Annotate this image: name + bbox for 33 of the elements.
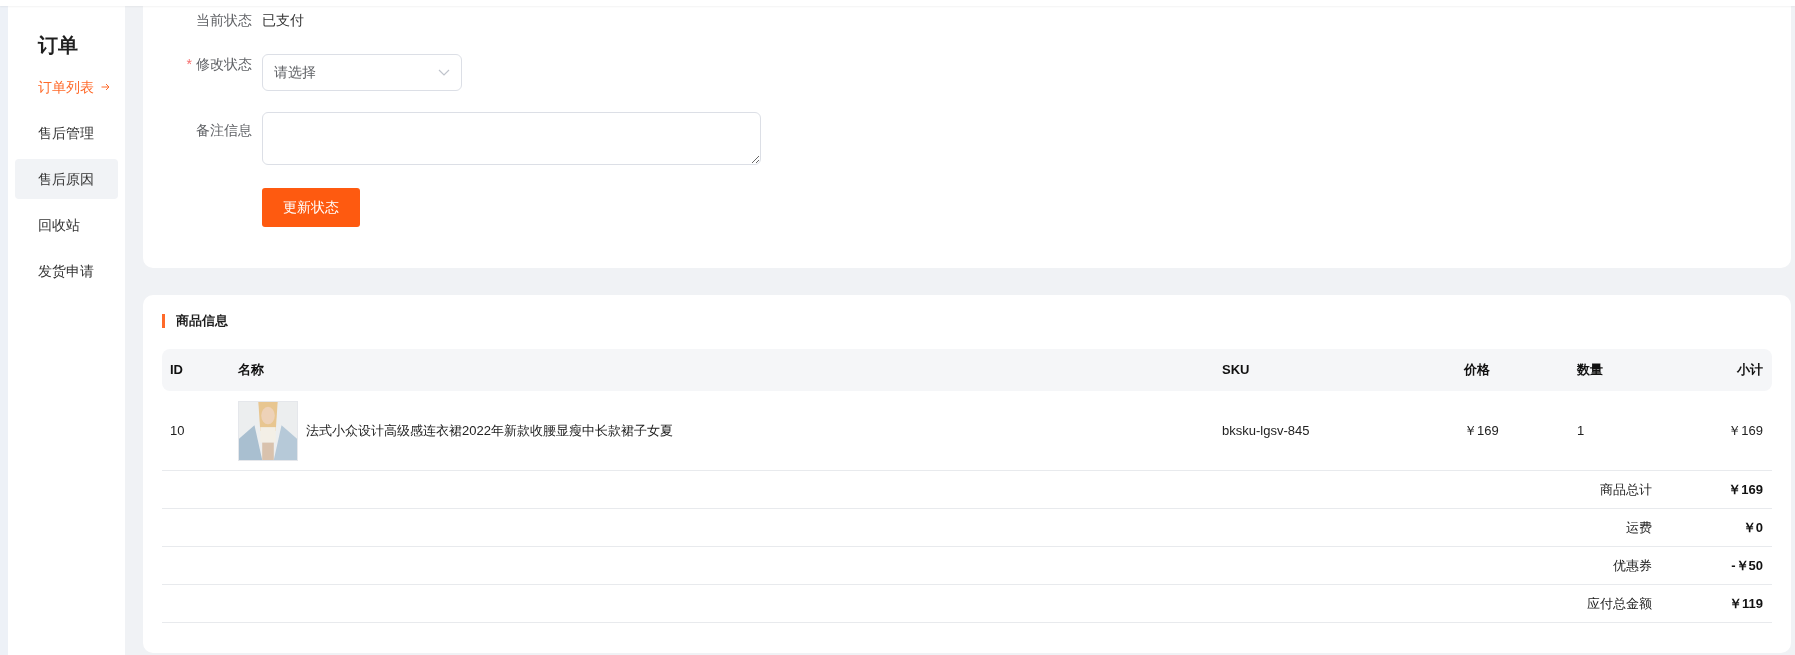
status-value: 已支付 bbox=[262, 11, 304, 30]
section-title: 商品信息 bbox=[176, 312, 228, 331]
column-header: 价格 bbox=[1464, 361, 1491, 380]
required-mark: * bbox=[186, 55, 192, 74]
summary-value: -￥50 bbox=[1730, 556, 1764, 575]
field-label: 备注信息 bbox=[196, 121, 252, 140]
summary-value: ￥119 bbox=[1728, 594, 1764, 613]
arrow-right-icon bbox=[101, 83, 110, 91]
summary-value: ￥169 bbox=[1727, 480, 1764, 499]
field-label: 当前状态 bbox=[196, 11, 252, 30]
summary-label: 商品总计 bbox=[1600, 480, 1652, 499]
summary-label: 应付总金额 bbox=[1587, 594, 1652, 613]
chevron-down-icon bbox=[438, 69, 450, 76]
column-header: 数量 bbox=[1577, 361, 1604, 380]
table-cell-text: ￥169 bbox=[1727, 421, 1764, 440]
column-header: SKU bbox=[1222, 361, 1251, 380]
table-cell-text: 1 bbox=[1577, 421, 1586, 440]
field-label: 修改状态 bbox=[196, 55, 252, 74]
table-cell-text: 10 bbox=[169, 421, 186, 440]
table-cell-text: bksku-lgsv-845 bbox=[1222, 421, 1311, 440]
product-name: 法式小众设计高级感连衣裙2022年新款收腰显瘦中长款裙子女夏 bbox=[306, 421, 673, 440]
summary-label: 优惠券 bbox=[1613, 556, 1652, 575]
column-header: 小计 bbox=[1736, 361, 1764, 380]
summary-label: 运费 bbox=[1626, 518, 1652, 537]
sidebar-title: 订单 bbox=[36, 33, 79, 58]
sidebar-item[interactable]: 售后原因 bbox=[15, 159, 118, 199]
table-cell-text: ￥169 bbox=[1464, 421, 1500, 440]
column-header: 名称 bbox=[238, 361, 265, 380]
accent-bar bbox=[162, 314, 165, 328]
summary-value: ￥0 bbox=[1741, 518, 1764, 537]
select-field[interactable]: 请选择 bbox=[262, 54, 462, 91]
column-header: ID bbox=[169, 361, 184, 380]
textarea-field[interactable] bbox=[262, 112, 761, 165]
